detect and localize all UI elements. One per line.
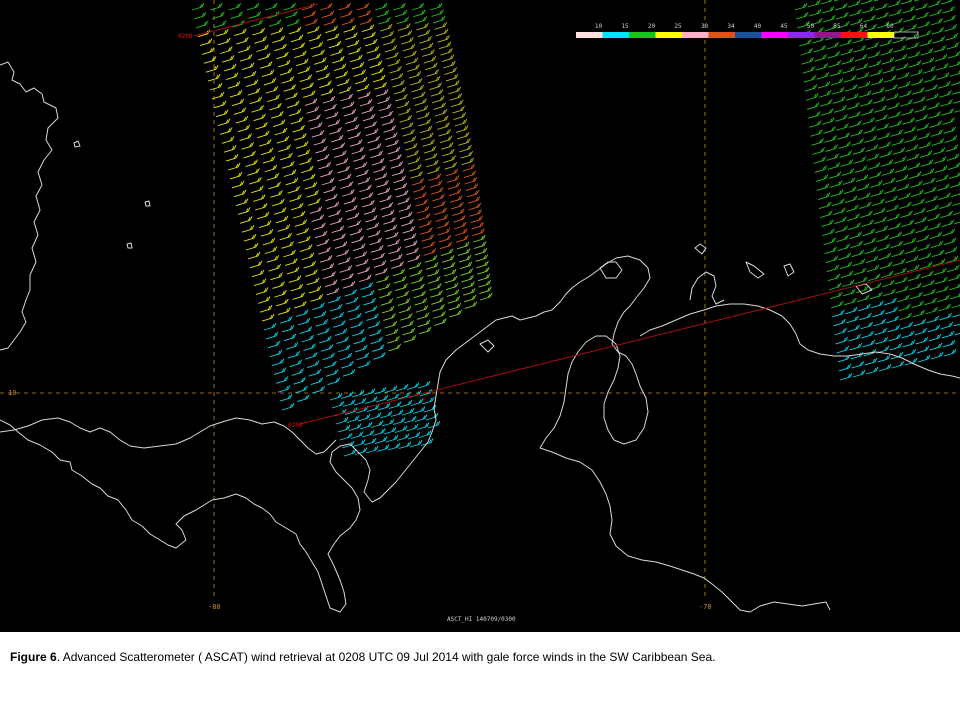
legend-swatch-45: [761, 32, 788, 38]
legend-swatch-15: [602, 32, 629, 38]
legend-label-80: 80: [886, 23, 894, 30]
legend-label-30: 30: [701, 23, 709, 30]
legend-swatch-34: [708, 32, 735, 38]
legend-label-15: 15: [621, 23, 629, 30]
legend-label-25: 25: [674, 23, 682, 30]
legend-label-45: 45: [780, 23, 788, 30]
wind-map: 10 -80 -70 0208 0208 10 15 20 25 30 34 4…: [0, 0, 960, 632]
legend-label-55: 55: [833, 23, 841, 30]
legend-label-10: 10: [595, 23, 603, 30]
pass-time-top: 0208: [178, 33, 193, 40]
map-panel: 10 -80 -70 0208 0208 10 15 20 25 30 34 4…: [0, 0, 960, 632]
legend-swatch-80: [867, 32, 894, 38]
legend-swatch-40: [735, 32, 762, 38]
legend-swatch-20: [629, 32, 656, 38]
legend-swatch-10: [576, 32, 603, 38]
legend-label-20: 20: [648, 23, 656, 30]
legend-label-64: 64: [860, 23, 868, 30]
legend-swatch-64: [841, 32, 868, 38]
legend-swatch-25: [655, 32, 682, 38]
pass-time-bottom: 0208: [288, 422, 303, 429]
legend-swatch-55: [814, 32, 841, 38]
product-label: ASCT_HI 140709/0300: [447, 616, 516, 623]
legend-label-40: 40: [754, 23, 762, 30]
legend-swatch-30: [682, 32, 709, 38]
lat-label: 10: [8, 389, 16, 397]
figure-number: Figure 6: [10, 650, 57, 664]
figure-caption: Figure 6. Advanced Scatterometer ( ASCAT…: [10, 650, 950, 664]
lon-label-80: -80: [208, 603, 221, 611]
caption-text: . Advanced Scatterometer ( ASCAT) wind r…: [56, 650, 716, 664]
legend-swatch-50: [788, 32, 815, 38]
legend-label-50: 50: [807, 23, 815, 30]
lon-label-70: -70: [699, 603, 712, 611]
legend-label-34: 34: [727, 23, 735, 30]
